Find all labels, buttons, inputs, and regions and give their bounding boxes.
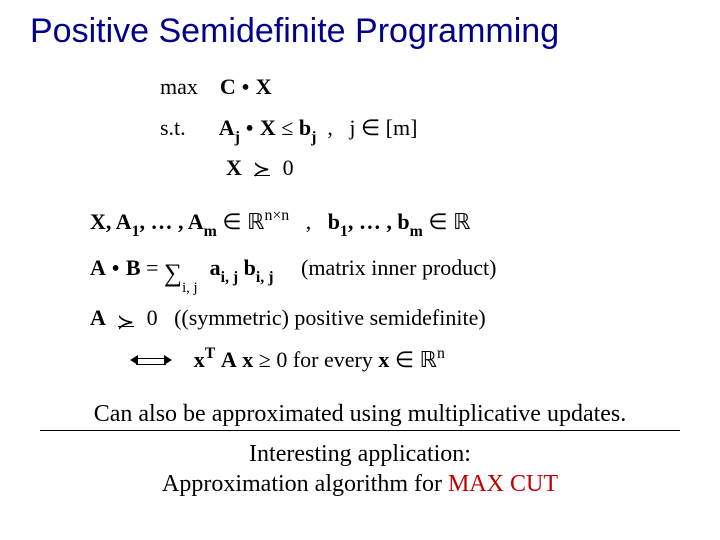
footer-block: Can also be approximated using multiplic…: [30, 401, 690, 499]
max-label: max: [160, 74, 198, 99]
equals: =: [146, 255, 164, 280]
B-matrix: B: [126, 255, 141, 280]
application-text: Approximation algorithm for: [162, 471, 448, 497]
slide: Positive Semidefinite Programming max C …: [0, 0, 720, 540]
X-matrix: X: [256, 74, 272, 99]
A-matrix: A: [90, 255, 106, 280]
sdp-formulation: max C • X s.t. Aj • X ≤ bj , j ∈ [m] X 0: [160, 67, 690, 187]
psd-constraint-row: X 0: [160, 150, 690, 187]
A-matrix: A: [221, 347, 237, 372]
dot-icon: •: [111, 255, 126, 282]
x-vector: x: [242, 347, 253, 372]
in-symbol: ∈: [428, 209, 453, 234]
slide-title: Positive Semidefinite Programming: [30, 12, 690, 51]
in-symbol: ∈: [222, 209, 247, 234]
definitions-block: X, A1, … , Am ∈ n×n , b1, … , bm ∈ A • B…: [90, 201, 690, 381]
j-range: j ∈ [m]: [349, 115, 417, 140]
constraint-row: s.t. Aj • X ≤ bj , j ∈ [m]: [160, 108, 690, 150]
domain-row: X, A1, … , Am ∈ n×n , b1, … , bm ∈: [90, 201, 690, 245]
le-symbol: ≤: [281, 115, 299, 140]
X-A-list: X, A1, … , Am: [90, 209, 222, 234]
for-every: for every: [293, 347, 379, 372]
X-matrix: X: [260, 115, 276, 140]
a-entry: ai, j: [210, 255, 239, 280]
X-matrix: X: [226, 155, 242, 180]
psd-label: ((symmetric) positive semidefinite): [174, 305, 486, 330]
bj-vector: bj: [299, 115, 317, 140]
C-matrix: C: [220, 74, 236, 99]
comma: ,: [306, 209, 312, 234]
psd-def-row: A 0 ((symmetric) positive semidefinite): [90, 297, 690, 339]
A-matrix: A: [90, 305, 106, 330]
R: [453, 209, 470, 234]
zero: 0: [283, 155, 294, 180]
footer-line-2: Interesting application: Approximation a…: [30, 439, 690, 499]
succeq-icon: [253, 157, 272, 179]
b-list: b1, … , bm: [328, 209, 429, 234]
iff-icon: [130, 351, 172, 373]
quad-form-row: xT A x ≥ 0 for every x ∈ n: [130, 339, 690, 381]
comma: ,: [322, 115, 344, 140]
Rnn: n×n: [247, 209, 289, 234]
succeq-icon: [117, 307, 136, 329]
objective-row: max C • X: [160, 67, 690, 108]
inner-product-row: A • B = ∑i, j ai, j bi, j (matrix inner …: [90, 245, 690, 297]
maxcut-label: MAX CUT: [448, 471, 558, 497]
application-label: Interesting application:: [249, 441, 471, 467]
ge-zero: ≥ 0: [259, 347, 288, 372]
zero: 0: [147, 305, 158, 330]
inner-product-label: (matrix inner product): [301, 255, 497, 280]
dot-icon: •: [245, 115, 260, 142]
Aj-matrix: Aj: [219, 115, 240, 140]
footer-line-1: Can also be approximated using multiplic…: [40, 401, 680, 431]
in-symbol: ∈: [395, 347, 420, 372]
sum-icon: ∑i, j: [164, 249, 182, 297]
xT: xT: [194, 347, 216, 372]
b-entry: bi, j: [244, 255, 274, 280]
x-vector: x: [378, 347, 389, 372]
Rn: n: [420, 347, 445, 372]
st-label: s.t.: [160, 115, 186, 140]
dot-icon: •: [241, 74, 256, 101]
